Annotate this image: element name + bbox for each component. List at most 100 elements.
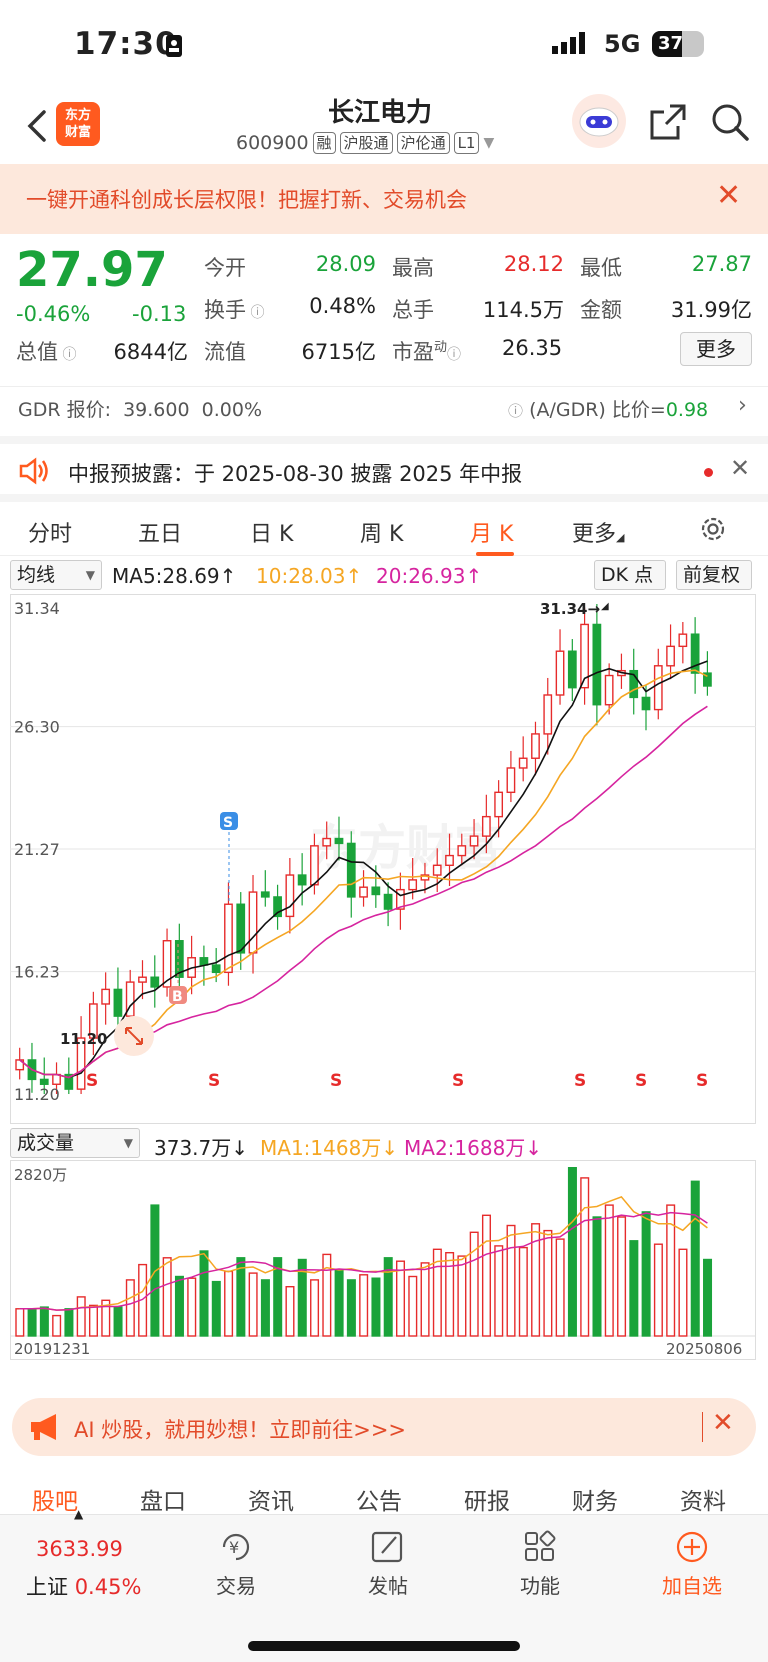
function-button[interactable]: 功能 [490,1529,590,1599]
yuan-cycle-icon: ¥ [222,1533,250,1561]
candle [359,886,368,898]
index-value[interactable]: 3633.99 [36,1537,123,1561]
volume-bar [39,1306,49,1337]
end-date-label: 20250806 [666,1340,742,1358]
volume-bar [187,1277,197,1337]
index-quote[interactable]: 上证 0.45% [26,1571,141,1601]
more-button[interactable]: 更多 [680,332,752,366]
candle [481,815,491,837]
volume-current: 373.7万↓ [154,1136,249,1160]
turnover-label: 换手 ⓘ [204,298,265,322]
gdr-row[interactable]: GDR 报价: 39.600 0.00% ⓘ (A/GDR) 比价=0.98 › [0,386,768,426]
candle [457,845,467,857]
volume-bar [408,1275,418,1337]
volume-bar [76,1296,86,1337]
network-label: 5G [604,30,641,58]
candle [543,694,553,735]
battery-icon: 37 [652,31,704,57]
tab-more[interactable]: 更多◢ [572,516,624,548]
caret-up-icon: ▲ [74,1507,84,1521]
adjust-button[interactable]: 前复权 [676,560,752,590]
candle [310,845,319,886]
candle [260,891,270,898]
candle [334,837,344,845]
volume-ma1: MA1:1468万↓ [260,1136,399,1160]
promo-banner[interactable]: 一键开通科创成长层权限！把握打新、交易机会 ✕ [0,164,768,234]
candle [445,854,454,867]
tab-intraday[interactable]: 分时 [28,516,72,548]
candle [469,835,479,847]
volume-chart[interactable]: 2820万 20191231 20250806 [10,1160,756,1360]
volume-bar [641,1211,651,1337]
volume-max-label: 2820万 [14,1166,67,1184]
candle [101,988,111,1005]
candle [236,903,246,954]
volume-bar [567,1166,577,1337]
candle [113,988,123,1017]
volume-bar [322,1253,332,1337]
dk-point-button[interactable]: DK 点◢ [594,560,666,612]
volume-bar [494,1245,504,1337]
dropdown-icon[interactable]: ▼ [483,135,494,151]
candle [52,1073,61,1085]
tab-finance[interactable]: 财务 [572,1482,618,1516]
add-watchlist-button[interactable]: 加自选 [642,1529,742,1599]
ai-promo-bar[interactable]: AI 炒股，就用妙想！立即前往>>> ✕ [12,1398,756,1456]
home-indicator [248,1641,520,1651]
trade-button[interactable]: ¥ 交易 [186,1529,286,1599]
share-icon[interactable] [648,102,688,142]
max-price-label: 31.34→ [540,600,600,618]
promo-text: 一键开通科创成长层权限！把握打新、交易机会 [26,188,467,212]
candle [432,864,442,876]
candle [285,874,295,918]
volume-bar [396,1260,406,1337]
tab-orderbook[interactable]: 盘口 [140,1482,186,1516]
section-tabs: 股吧 盘口 资讯 公告 研报 财务 资料 [0,1476,768,1516]
volume-legend: 成交量 ▼ 373.7万↓ MA1:1468万↓ MA2:1688万↓ [0,1128,768,1160]
tab-profile[interactable]: 资料 [680,1482,726,1516]
volume-bar [580,1177,590,1337]
y-tick-label: 31.34 [14,599,60,618]
volume-bar [653,1243,663,1337]
close-icon[interactable]: ✕ [716,178,741,213]
indicator-select[interactable]: 均线 ▼ [10,560,102,590]
post-button[interactable]: 发帖 [338,1529,438,1599]
volume-bar [703,1258,713,1337]
gear-icon[interactable] [698,514,728,544]
close-icon[interactable]: ✕ [730,454,750,482]
tab-announcements[interactable]: 公告 [356,1482,402,1516]
volume-bar [690,1180,700,1337]
tab-monthly-k[interactable]: 月 K [470,516,513,548]
tab-weekly-k[interactable]: 周 K [360,516,403,548]
search-icon[interactable] [710,102,750,142]
candle [604,674,614,706]
ai-assistant-icon[interactable] [572,94,626,148]
volume-select[interactable]: 成交量 ▼ [10,1128,140,1158]
back-arrow-icon[interactable] [22,106,52,146]
tag-margin: 融 [312,132,336,154]
candle [678,633,688,648]
notice-bar[interactable]: 中报预披露：于 2025-08-30 披露 2025 年中报 ✕ [0,436,768,494]
pe-value: 26.35 [502,336,563,360]
candle [138,976,147,983]
unread-dot [704,468,713,477]
tab-five-day[interactable]: 五日 [138,516,182,548]
tab-research[interactable]: 研报 [464,1482,510,1516]
tab-daily-k[interactable]: 日 K [250,516,293,548]
tab-forum[interactable]: 股吧 [32,1482,78,1516]
candle [39,1078,49,1085]
sell-signal: S [635,1071,647,1091]
sell-marker-label: S [223,815,233,831]
min-price-label: 11.20 [60,1030,107,1048]
kline-chart[interactable]: 东方财富 31.3426.3021.2716.2311.2031.34→11.2… [10,594,756,1124]
volume-bar [260,1279,270,1337]
sell-signal: S [574,1071,586,1091]
close-icon[interactable]: ✕ [712,1408,734,1438]
sell-signal: S [86,1071,98,1091]
tab-news[interactable]: 资讯 [248,1482,294,1516]
notice-text: 中报预披露：于 2025-08-30 披露 2025 年中报 [68,462,523,486]
candle [408,879,418,891]
stock-subtitle: 600900 融 沪股通 沪伦通 L1 ▼ [236,132,494,154]
pe-label: 市盈动ⓘ [392,340,462,364]
volume-bar [162,1257,172,1337]
